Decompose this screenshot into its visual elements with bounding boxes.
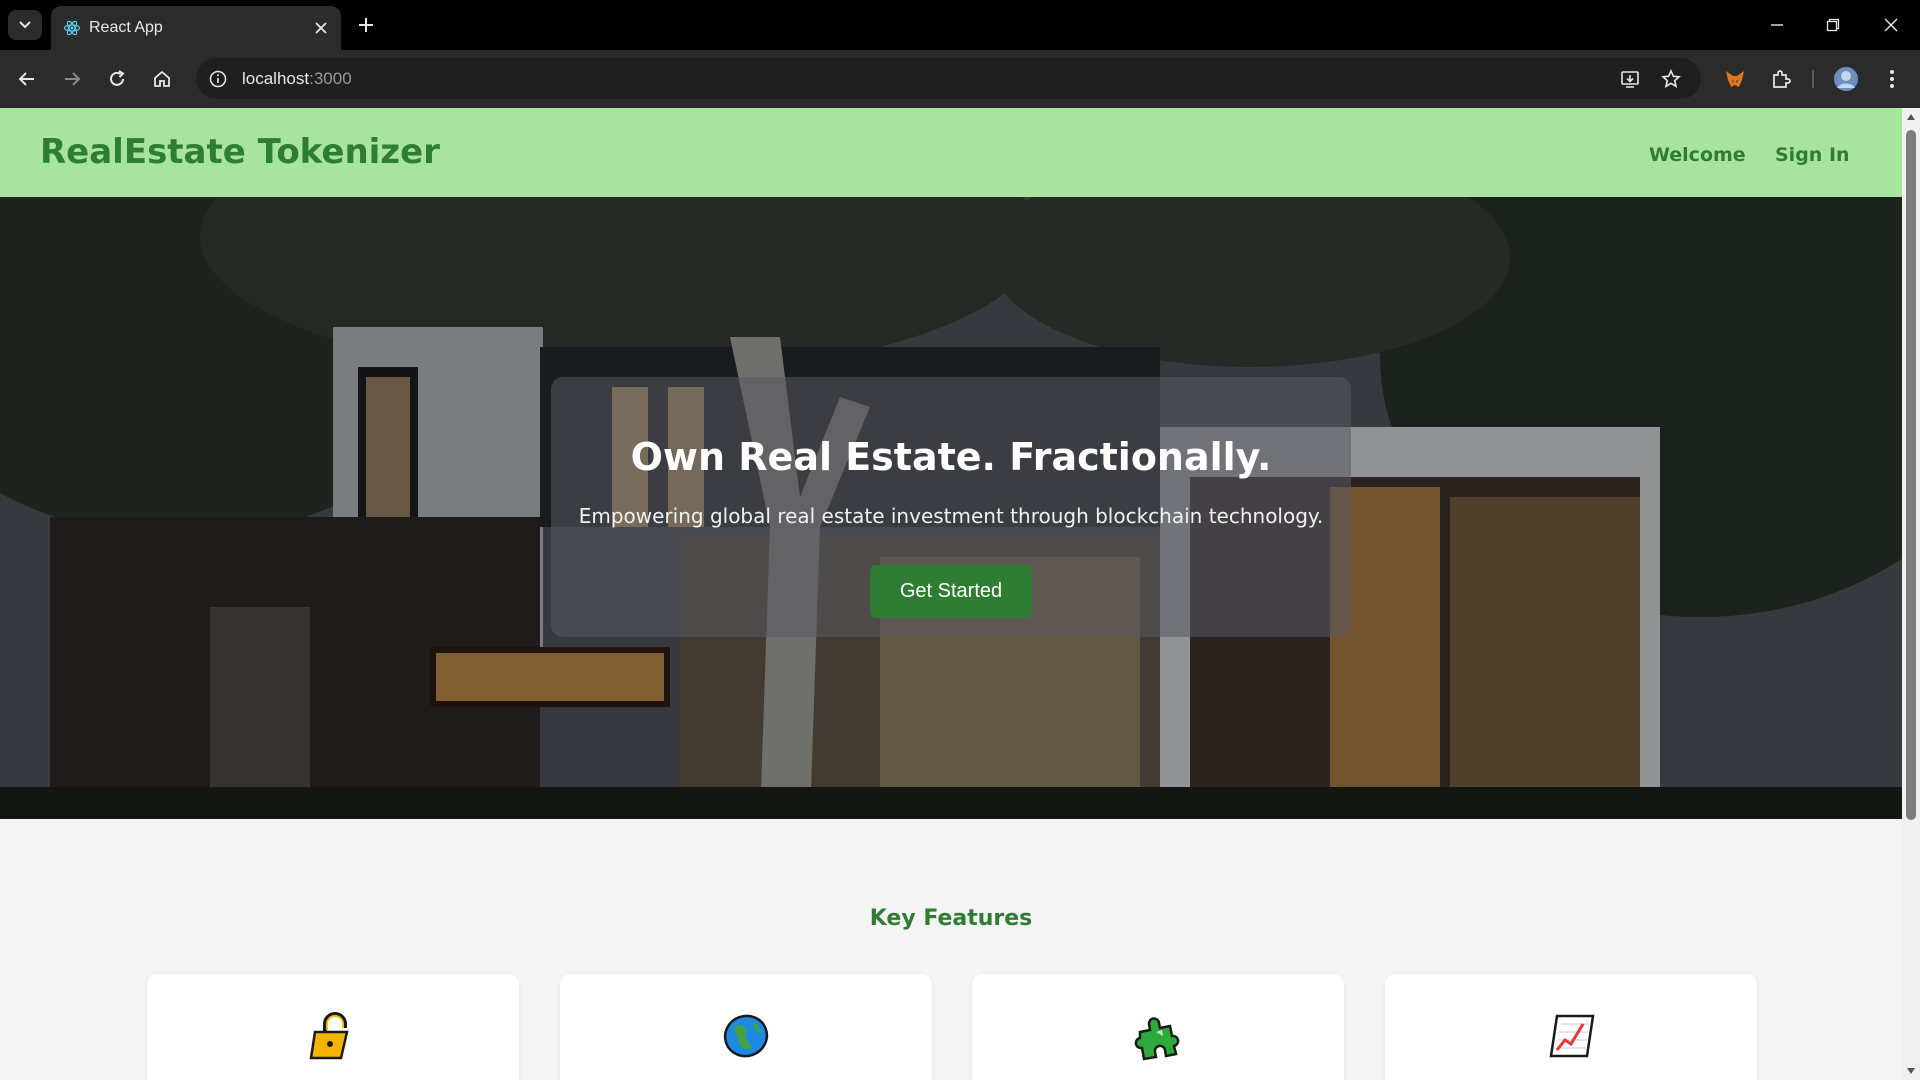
globe-icon bbox=[723, 1014, 769, 1058]
home-icon bbox=[154, 70, 170, 87]
browser-tab-bar: React App bbox=[0, 0, 1920, 50]
puzzle-icon bbox=[1134, 1017, 1180, 1061]
restore-button[interactable] bbox=[1820, 12, 1846, 38]
hero-subtitle: Empowering global real estate investment… bbox=[578, 504, 1324, 528]
close-window-button[interactable] bbox=[1878, 12, 1904, 38]
page-scrollbar[interactable] bbox=[1902, 108, 1920, 1080]
triangle-down-icon bbox=[1907, 1068, 1915, 1074]
metamask-extension-button[interactable] bbox=[1720, 64, 1750, 94]
browser-tab-active[interactable]: React App bbox=[51, 6, 341, 50]
scrollbar-thumb[interactable] bbox=[1906, 130, 1916, 820]
feature-card-modular bbox=[972, 974, 1344, 1080]
nav-link-welcome[interactable]: Welcome bbox=[1649, 144, 1746, 166]
new-tab-button[interactable] bbox=[353, 12, 379, 38]
scroll-down-button[interactable] bbox=[1906, 1066, 1916, 1076]
site-info-button[interactable] bbox=[206, 67, 230, 91]
bookmark-button[interactable] bbox=[1659, 67, 1683, 91]
avatar-icon bbox=[1834, 67, 1858, 91]
features-heading: Key Features bbox=[869, 906, 1033, 931]
reload-button[interactable] bbox=[102, 64, 132, 94]
home-button[interactable] bbox=[147, 64, 177, 94]
url-port: :3000 bbox=[309, 69, 352, 88]
install-app-button[interactable] bbox=[1618, 67, 1642, 91]
nav-link-sign-in[interactable]: Sign In bbox=[1775, 144, 1850, 166]
arrow-right-icon bbox=[65, 72, 81, 86]
star-icon bbox=[1661, 69, 1681, 88]
fox-icon bbox=[1726, 71, 1744, 87]
chart-icon bbox=[1549, 1014, 1595, 1058]
tab-close-button[interactable] bbox=[311, 18, 331, 38]
reload-icon bbox=[110, 70, 125, 86]
feature-card-global bbox=[560, 974, 932, 1080]
chevron-down-icon bbox=[19, 21, 31, 29]
info-icon bbox=[209, 70, 227, 88]
site-brand[interactable]: RealEstate Tokenizer bbox=[40, 132, 440, 172]
restore-icon bbox=[1826, 18, 1840, 32]
menu-button[interactable] bbox=[1877, 64, 1907, 94]
hero-card: Own Real Estate. Fractionally. Empowerin… bbox=[551, 377, 1351, 637]
scroll-up-button[interactable] bbox=[1906, 112, 1916, 122]
site-navbar: RealEstate Tokenizer Welcome Sign In bbox=[0, 108, 1902, 197]
tab-search-button[interactable] bbox=[8, 10, 42, 40]
toolbar-divider bbox=[1812, 70, 1814, 88]
react-logo-icon bbox=[63, 20, 81, 36]
hero-title: Own Real Estate. Fractionally. bbox=[630, 435, 1272, 479]
extensions-button[interactable] bbox=[1766, 64, 1796, 94]
url-text: localhost:3000 bbox=[242, 69, 352, 89]
browser-toolbar: localhost:3000 bbox=[0, 50, 1920, 108]
tab-title: React App bbox=[89, 19, 163, 36]
url-host: localhost bbox=[242, 69, 310, 88]
hero-section: Own Real Estate. Fractionally. Empowerin… bbox=[0, 197, 1902, 819]
triangle-up-icon bbox=[1907, 114, 1915, 120]
plus-icon bbox=[359, 18, 373, 32]
lock-icon bbox=[309, 1012, 349, 1060]
feature-card-security bbox=[147, 974, 519, 1080]
minimize-button[interactable] bbox=[1764, 12, 1790, 38]
get-started-button[interactable]: Get Started bbox=[870, 565, 1032, 618]
minimize-icon bbox=[1771, 24, 1783, 26]
more-vertical-icon bbox=[1890, 70, 1894, 88]
address-bar[interactable]: localhost:3000 bbox=[196, 58, 1701, 99]
close-icon bbox=[1884, 18, 1898, 32]
page-viewport: RealEstate Tokenizer Welcome Sign In Own… bbox=[0, 108, 1902, 1080]
install-icon bbox=[1621, 71, 1639, 88]
close-icon bbox=[315, 22, 327, 34]
puzzle-icon bbox=[1773, 70, 1791, 88]
arrow-left-icon bbox=[18, 72, 34, 86]
feature-card-growth bbox=[1385, 974, 1757, 1080]
back-button[interactable] bbox=[12, 64, 42, 94]
profile-button[interactable] bbox=[1831, 64, 1861, 94]
forward-button[interactable] bbox=[57, 64, 87, 94]
